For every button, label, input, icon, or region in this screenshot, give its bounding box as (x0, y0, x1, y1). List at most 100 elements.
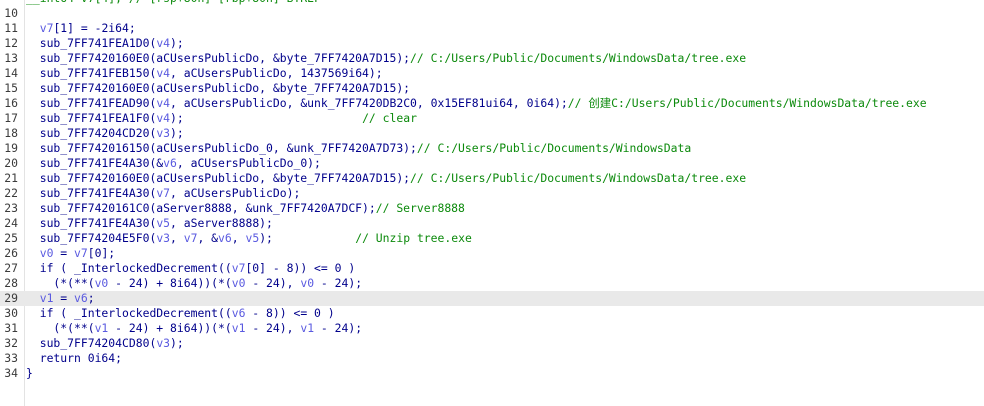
code-comment: // 创建C:/Users/Public/Documents/WindowsDa… (567, 96, 927, 110)
code-variable: v4 (156, 66, 171, 80)
code-line[interactable]: 18 sub_7FF74204CD20(v3); (0, 126, 984, 141)
code-token: , (170, 231, 184, 245)
line-number: 27 (4, 261, 18, 275)
line-number: 11 (4, 21, 18, 35)
code-line[interactable]: 28 (*(**(v0 - 24) + 8i64))(*(v0 - 24), v… (0, 276, 984, 291)
code-token: - 24) + 8i64))(*( (108, 321, 232, 335)
line-number: 13 (4, 51, 18, 65)
code-variable: v1 (94, 321, 109, 335)
line-number: 34 (4, 366, 18, 380)
code-token: , aServer8888); (170, 216, 273, 230)
code-variable: v6 (74, 291, 88, 305)
code-token: ); (170, 126, 184, 140)
code-line[interactable]: 23 sub_7FF7420161C0(aServer8888, &unk_7F… (0, 201, 984, 216)
code-line[interactable]: 26 v0 = v7[0]; (0, 246, 984, 261)
line-number: 26 (4, 246, 18, 260)
code-variable: v6 (163, 156, 177, 170)
line-number: 29 (4, 291, 18, 305)
code-token: if ( _InterlockedDecrement(( (26, 306, 232, 320)
line-code: sub_7FF741FE4A30(&v6, aCUsersPublicDo_0)… (26, 156, 321, 171)
code-variable: v6 (218, 231, 232, 245)
line-code: sub_7FF741FEA1F0(v4); // clear (26, 111, 417, 126)
code-variable: v1 (39, 291, 54, 305)
code-line[interactable]: 20 sub_7FF741FE4A30(&v6, aCUsersPublicDo… (0, 156, 984, 171)
code-token: sub_7FF741FEA1F0( (26, 111, 157, 125)
code-variable: v7 (156, 186, 171, 200)
line-number: 19 (4, 141, 18, 155)
code-line[interactable]: 33 return 0i64; (0, 351, 984, 366)
line-code: sub_7FF74204E5F0(v3, v7, &v6, v5); // Un… (26, 231, 472, 246)
code-line-current[interactable]: 29 v1 = v6; (0, 291, 984, 306)
code-line[interactable]: 11 v7[1] = -2i64; (0, 21, 984, 36)
code-line[interactable]: 31 (*(**(v1 - 24) + 8i64))(*(v1 - 24), v… (0, 321, 984, 336)
code-variable: v1 (231, 321, 246, 335)
code-variable: v1 (300, 321, 315, 335)
code-token: - 24), (245, 276, 301, 290)
code-token: , aCUsersPublicDo_0); (176, 156, 321, 170)
line-number: 12 (4, 36, 18, 50)
line-code: sub_7FF741FEB150(v4, aCUsersPublicDo, 14… (26, 66, 383, 81)
code-variable: v0 (39, 246, 54, 260)
code-line[interactable]: 34} (0, 366, 984, 381)
line-code: (*(**(v1 - 24) + 8i64))(*(v1 - 24), v1 -… (26, 321, 362, 336)
line-number: 21 (4, 171, 18, 185)
code-line[interactable]: 14 sub_7FF741FEB150(v4, aCUsersPublicDo,… (0, 66, 984, 81)
code-comment: // C:/Users/Public/Documents/WindowsData (416, 141, 692, 155)
code-line[interactable]: 24 sub_7FF741FE4A30(v5, aServer8888); (0, 216, 984, 231)
code-token: - 24); (314, 321, 363, 335)
code-token: sub_7FF74204CD80( (26, 336, 157, 350)
code-line[interactable]: 25 sub_7FF74204E5F0(v3, v7, &v6, v5); //… (0, 231, 984, 246)
code-variable: v5 (156, 216, 171, 230)
code-variable: v3 (156, 336, 171, 350)
code-line[interactable]: 30 if ( _InterlockedDecrement((v6 - 8)) … (0, 306, 984, 321)
code-line[interactable]: 17 sub_7FF741FEA1F0(v4); // clear (0, 111, 984, 126)
code-token: ; (87, 291, 95, 305)
code-line[interactable]: 16 sub_7FF741FEAD90(v4, aCUsersPublicDo,… (0, 96, 984, 111)
code-line[interactable]: 22 sub_7FF741FE4A30(v7, aCUsersPublicDo)… (0, 186, 984, 201)
code-variable: v4 (156, 96, 171, 110)
code-comment: // Unzip tree.exe (355, 231, 472, 245)
code-editor[interactable]: __int64 v7[4]; // [rsp+80h] [rbp+80h] BY… (0, 0, 984, 406)
line-code: v1 = v6; (26, 291, 95, 306)
line-code: sub_7FF742016150(aCUsersPublicDo_0, &unk… (26, 141, 692, 156)
code-token: sub_7FF741FEB150( (26, 66, 157, 80)
line-number: 25 (4, 231, 18, 245)
code-variable: v7 (39, 21, 54, 35)
code-line[interactable]: 19 sub_7FF742016150(aCUsersPublicDo_0, &… (0, 141, 984, 156)
code-token: [1] = -2i64; (53, 21, 136, 35)
code-token: sub_7FF742016150(aCUsersPublicDo_0, &unk… (26, 141, 417, 155)
line-code: if ( _InterlockedDecrement((v7[0] - 8)) … (26, 261, 355, 276)
code-token: return 0i64; (26, 351, 123, 365)
code-token: (*(**( (26, 321, 95, 335)
code-token: [0] - 8)) <= 0 ) (245, 261, 356, 275)
line-code: sub_7FF7420160E0(aCUsersPublicDo, &byte_… (26, 81, 410, 96)
code-token: ); (259, 231, 273, 245)
code-token: - 24) + 8i64))(*( (108, 276, 232, 290)
code-line[interactable]: 12 sub_7FF741FEA1D0(v4); (0, 36, 984, 51)
code-line[interactable]: 15 sub_7FF7420160E0(aCUsersPublicDo, &by… (0, 81, 984, 96)
code-line[interactable]: 27 if ( _InterlockedDecrement((v7[0] - 8… (0, 261, 984, 276)
code-token: , (231, 231, 246, 245)
code-token: sub_7FF7420160E0(aCUsersPublicDo, &byte_… (26, 171, 411, 185)
code-comment: // Server8888 (375, 201, 465, 215)
line-number: 18 (4, 126, 18, 140)
code-comment: // C:/Users/Public/Documents/WindowsData… (410, 51, 747, 65)
code-token: , aCUsersPublicDo); (170, 186, 301, 200)
code-line[interactable]: 21 sub_7FF7420160E0(aCUsersPublicDo, &by… (0, 171, 984, 186)
code-token: ); (170, 111, 184, 125)
line-code: sub_7FF7420160E0(aCUsersPublicDo, &byte_… (26, 171, 746, 186)
code-variable: v7 (231, 261, 246, 275)
code-token: sub_7FF7420160E0(aCUsersPublicDo, &byte_… (26, 51, 411, 65)
code-variable: v0 (94, 276, 109, 290)
code-line[interactable]: 10 (0, 6, 984, 21)
code-line[interactable]: 32 sub_7FF74204CD80(v3); (0, 336, 984, 351)
line-code: sub_7FF741FEA1D0(v4); (26, 36, 184, 51)
code-line[interactable]: 13 sub_7FF7420160E0(aCUsersPublicDo, &by… (0, 51, 984, 66)
code-variable: v7 (183, 231, 198, 245)
code-variable: v0 (231, 276, 246, 290)
line-code: (*(**(v0 - 24) + 8i64))(*(v0 - 24), v0 -… (26, 276, 362, 291)
